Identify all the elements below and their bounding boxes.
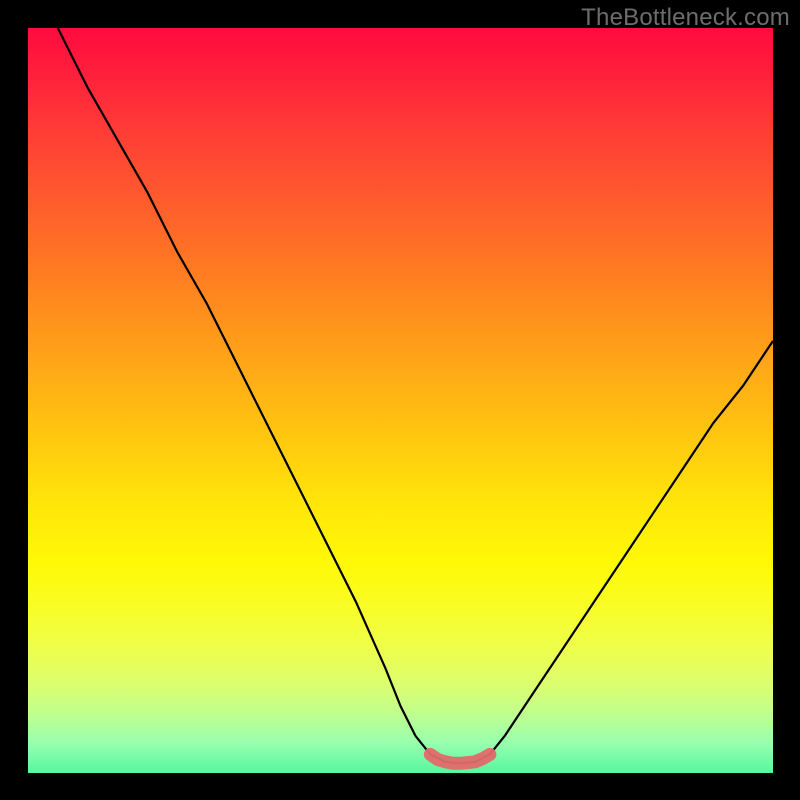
plot-area bbox=[28, 28, 773, 773]
curve-path bbox=[58, 28, 773, 763]
highlight-path bbox=[430, 754, 490, 763]
chart-frame: TheBottleneck.com bbox=[0, 0, 800, 800]
bottleneck-curve bbox=[28, 28, 773, 773]
